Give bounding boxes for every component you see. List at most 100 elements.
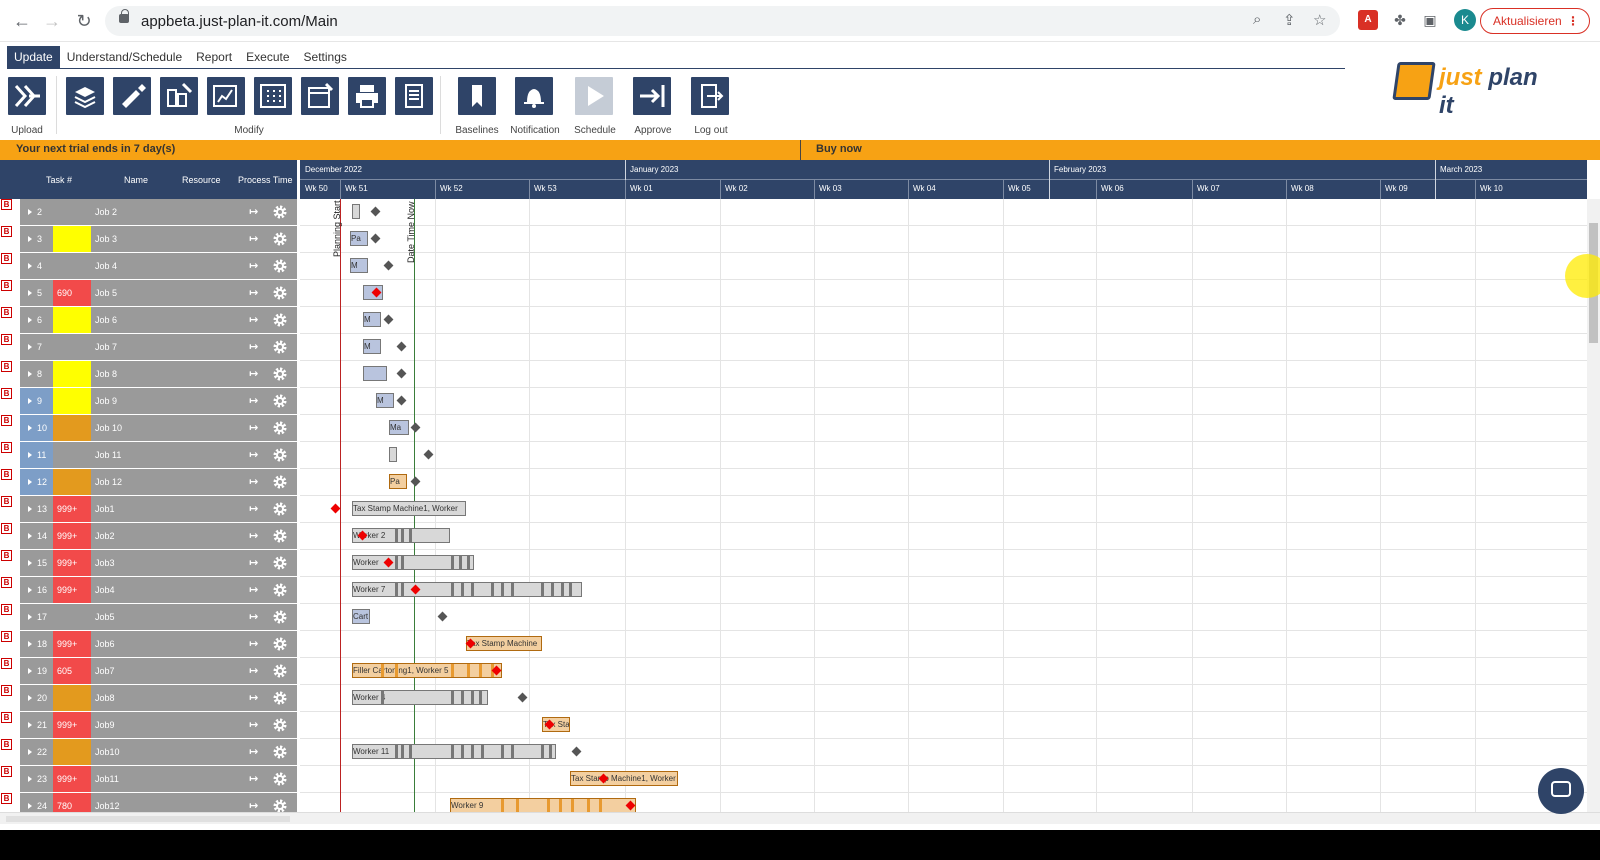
settings-gear-icon[interactable] [272,285,288,301]
step-arrow-icon[interactable]: ↦ [249,313,258,326]
task-row[interactable]: B 18 999+ Job6 ↦ [0,631,297,658]
task-bar[interactable]: Worker 4 [352,690,488,705]
task-bar[interactable] [363,366,387,381]
extensions-puzzle-icon[interactable]: ✤ [1390,10,1410,30]
horizontal-scrollbar[interactable] [0,812,1600,824]
expand-arrow-icon[interactable] [28,803,32,809]
task-bar[interactable]: Tax Stamp Machine1, Worker [570,771,678,786]
expand-arrow-icon[interactable] [28,722,32,728]
baselines-button[interactable] [458,77,496,115]
baseline-flag-icon[interactable]: B [1,253,12,264]
expand-arrow-icon[interactable] [28,236,32,242]
baseline-flag-icon[interactable]: B [1,577,12,588]
pdf-extension-icon[interactable]: A [1358,10,1378,30]
expand-arrow-icon[interactable] [28,641,32,647]
step-arrow-icon[interactable]: ↦ [249,610,258,623]
step-arrow-icon[interactable]: ↦ [249,205,258,218]
expand-arrow-icon[interactable] [28,425,32,431]
expand-arrow-icon[interactable] [28,263,32,269]
task-bar[interactable]: M [376,393,394,408]
expand-arrow-icon[interactable] [28,479,32,485]
profile-avatar[interactable]: K [1454,9,1476,31]
due-date-diamond[interactable] [410,476,421,487]
expand-arrow-icon[interactable] [28,668,32,674]
settings-gear-icon[interactable] [272,393,288,409]
step-arrow-icon[interactable]: ↦ [249,718,258,731]
step-arrow-icon[interactable]: ↦ [249,340,258,353]
baseline-flag-icon[interactable]: B [1,793,12,804]
expand-arrow-icon[interactable] [28,371,32,377]
menu-execute[interactable]: Execute [239,46,296,68]
due-date-diamond[interactable] [396,368,407,379]
baseline-flag-icon[interactable]: B [1,361,12,372]
settings-gear-icon[interactable] [272,501,288,517]
due-date-diamond[interactable] [396,341,407,352]
task-row[interactable]: B 15 999+ Job3 ↦ [0,550,297,577]
task-number-cell[interactable]: 9 [20,388,53,414]
settings-gear-icon[interactable] [272,258,288,274]
expand-arrow-icon[interactable] [28,506,32,512]
settings-gear-icon[interactable] [272,366,288,382]
step-arrow-icon[interactable]: ↦ [249,772,258,785]
task-number-cell[interactable]: 2 [20,199,53,225]
task-row[interactable]: B 14 999+ Job2 ↦ [0,523,297,550]
due-date-diamond[interactable] [437,611,448,622]
task-row[interactable]: B 19 605 Job7 ↦ [0,658,297,685]
settings-gear-icon[interactable] [272,609,288,625]
reload-icon[interactable]: ↻ [74,11,94,31]
task-row[interactable]: B 2 Job 2 ↦ [0,199,297,226]
settings-gear-icon[interactable] [272,771,288,787]
settings-gear-icon[interactable] [272,339,288,355]
expand-arrow-icon[interactable] [28,398,32,404]
task-number-cell[interactable]: 20 [20,685,53,711]
task-bar[interactable]: Worker 7 [352,582,582,597]
baseline-flag-icon[interactable]: B [1,766,12,777]
due-date-diamond[interactable] [423,449,434,460]
menu-report[interactable]: Report [189,46,239,68]
baseline-flag-icon[interactable]: B [1,604,12,615]
due-date-diamond[interactable] [571,746,582,757]
baseline-flag-icon[interactable]: B [1,226,12,237]
task-bar[interactable]: Tax Stamp Machine1, Worker [352,501,466,516]
column-name[interactable]: Name [124,175,148,185]
task-row[interactable]: B 10 Job 10 ↦ [0,415,297,442]
settings-gear-icon[interactable] [272,555,288,571]
back-icon[interactable]: ← [12,11,32,31]
expand-arrow-icon[interactable] [28,614,32,620]
task-bar[interactable] [389,447,397,462]
resources-button[interactable] [160,77,198,115]
expand-arrow-icon[interactable] [28,452,32,458]
settings-gear-icon[interactable] [272,420,288,436]
expand-arrow-icon[interactable] [28,560,32,566]
calendar-button[interactable] [301,77,339,115]
settings-gear-icon[interactable] [272,204,288,220]
task-number-cell[interactable]: 17 [20,604,53,630]
task-bar[interactable]: Worker 9 [450,798,636,812]
settings-gear-icon[interactable] [272,690,288,706]
task-bar[interactable]: Worker [352,555,474,570]
due-date-diamond[interactable] [370,206,381,217]
task-row[interactable]: B 24 780 Job12 ↦ [0,793,297,812]
step-arrow-icon[interactable]: ↦ [249,448,258,461]
baseline-flag-icon[interactable]: B [1,334,12,345]
baseline-flag-icon[interactable]: B [1,442,12,453]
step-arrow-icon[interactable]: ↦ [249,232,258,245]
task-row[interactable]: B 16 999+ Job4 ↦ [0,577,297,604]
due-date-diamond[interactable] [410,422,421,433]
due-date-diamond[interactable] [396,395,407,406]
baseline-flag-icon[interactable]: B [1,307,12,318]
column-task-num[interactable]: Task # [46,175,72,185]
schedule-button[interactable] [575,77,613,115]
task-number-cell[interactable]: 12 [20,469,53,495]
expand-arrow-icon[interactable] [28,317,32,323]
step-arrow-icon[interactable]: ↦ [249,799,258,812]
task-row[interactable]: B 20 Job8 ↦ [0,685,297,712]
baseline-flag-icon[interactable]: B [1,685,12,696]
task-number-cell[interactable]: 18 [20,631,53,657]
task-bar[interactable] [352,204,360,219]
task-number-cell[interactable]: 6 [20,307,53,333]
layers-button[interactable] [66,77,104,115]
task-row[interactable]: B 6 Job 6 ↦ [0,307,297,334]
expand-arrow-icon[interactable] [28,290,32,296]
baseline-flag-icon[interactable]: B [1,712,12,723]
